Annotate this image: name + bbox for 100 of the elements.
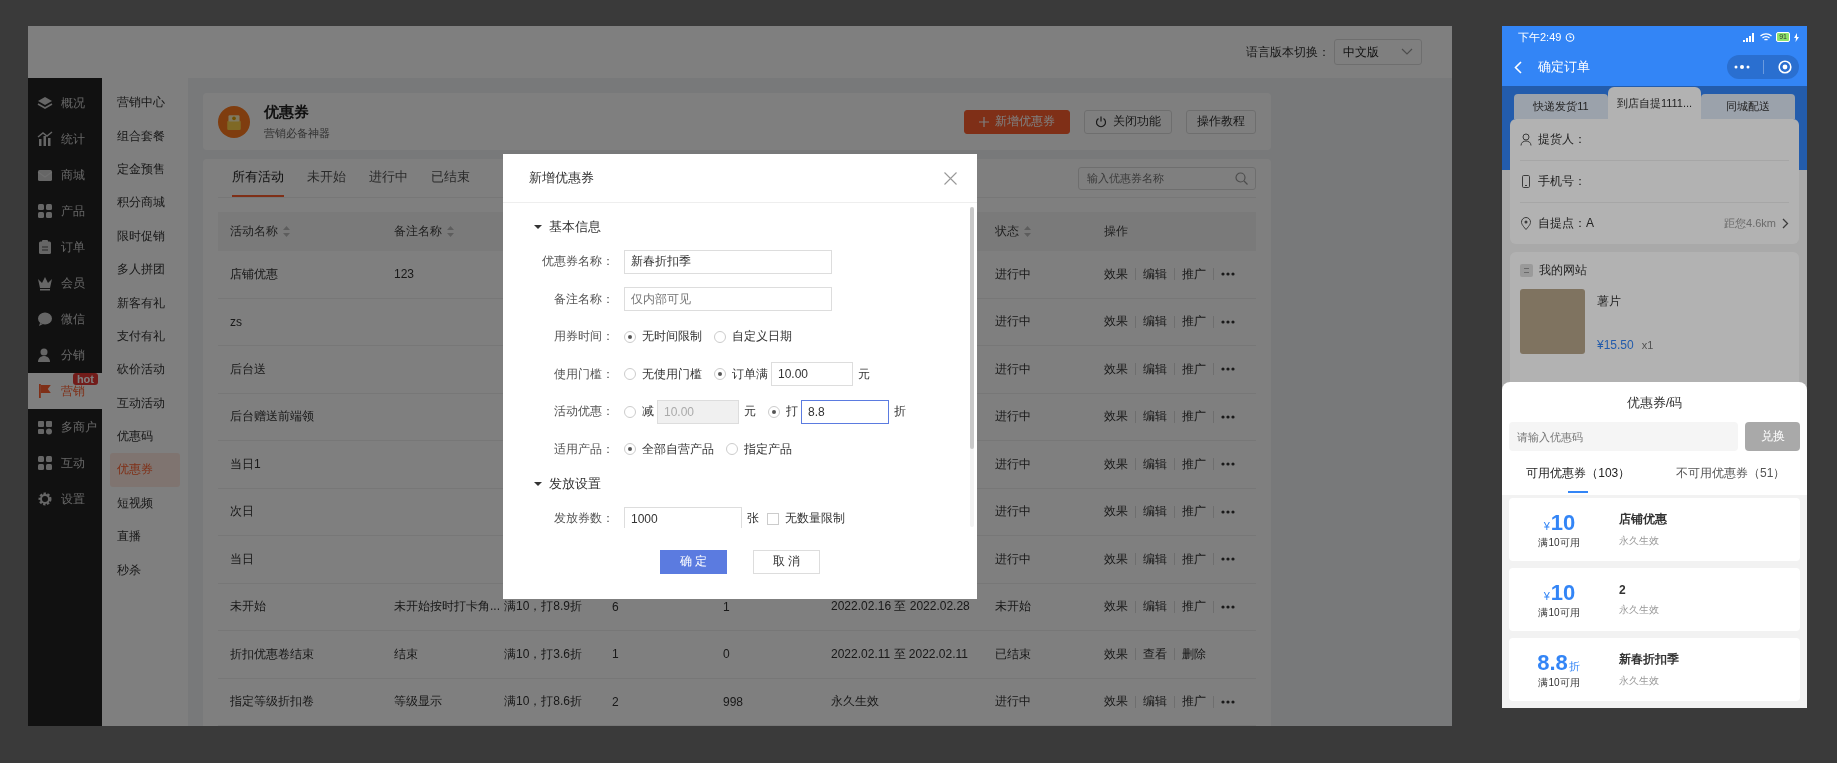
row-action-link[interactable]: 编辑 <box>1143 313 1167 331</box>
submenu-item[interactable]: 砍价活动 <box>110 353 180 387</box>
submenu-item[interactable]: 支付有礼 <box>110 319 180 354</box>
radio-option[interactable]: 订单满 <box>714 365 768 383</box>
row-action-link[interactable]: 查看 <box>1143 645 1167 663</box>
submenu-item[interactable]: 多人拼团 <box>110 252 180 287</box>
header-button[interactable]: 关闭功能 <box>1084 109 1172 134</box>
sidebar-item[interactable]: 互动 <box>28 445 102 481</box>
header-button[interactable]: 操作教程 <box>1186 109 1256 134</box>
more-icon[interactable] <box>1221 367 1235 372</box>
number-field[interactable]: 8.8 <box>801 399 889 424</box>
capsule-menu[interactable] <box>1727 55 1799 79</box>
sidebar-item[interactable]: 订单 <box>28 229 102 265</box>
delivery-tab[interactable]: 同城配送 <box>1701 94 1795 119</box>
radio-option[interactable]: 自定义日期 <box>714 328 792 346</box>
sidebar-item[interactable]: 概况 <box>28 85 102 121</box>
text-field[interactable]: 新春折扣季 <box>624 249 832 274</box>
filter-tab[interactable]: 未开始 <box>307 159 346 197</box>
dialog-button[interactable]: 确 定 <box>660 549 727 574</box>
more-icon[interactable] <box>1221 557 1235 562</box>
row-action-link[interactable]: 编辑 <box>1143 360 1167 378</box>
sidebar-item[interactable]: 产品 <box>28 193 102 229</box>
row-action-link[interactable]: 删除 <box>1182 645 1206 663</box>
row-action-link[interactable]: 编辑 <box>1143 598 1167 616</box>
more-icon[interactable] <box>1221 462 1235 467</box>
row-action-link[interactable]: 效果 <box>1104 265 1128 283</box>
submenu-item[interactable]: 组合套餐 <box>110 119 180 153</box>
submenu-item[interactable]: 秒杀 <box>110 553 180 587</box>
sidebar-item[interactable]: hot 营销 <box>28 373 102 409</box>
row-action-link[interactable]: 效果 <box>1104 598 1128 616</box>
row-action-link[interactable]: 编辑 <box>1143 503 1167 521</box>
coupon-card[interactable]: ¥10 满10可用 店铺优惠 永久生效 <box>1509 498 1800 561</box>
more-icon[interactable] <box>1221 699 1235 704</box>
sidebar-item[interactable]: 分销 <box>28 337 102 373</box>
radio-option[interactable]: 无使用门槛 <box>624 365 702 383</box>
radio-option[interactable]: 无时间限制 <box>624 328 702 346</box>
row-action-link[interactable]: 推广 <box>1182 503 1206 521</box>
filter-tab[interactable]: 已结束 <box>431 159 470 197</box>
row-action-link[interactable]: 编辑 <box>1143 550 1167 568</box>
number-field[interactable]: 10.00 <box>771 362 853 387</box>
column-header[interactable]: 活动名称 <box>230 223 290 240</box>
target-icon[interactable] <box>1778 60 1793 74</box>
redeem-button[interactable]: 兑换 <box>1745 422 1800 451</box>
delivery-tab[interactable]: 快递发货11 <box>1514 94 1608 119</box>
coupon-tab[interactable]: 不可用优惠券（51） <box>1654 451 1807 495</box>
close-icon[interactable] <box>944 171 957 185</box>
row-action-link[interactable]: 编辑 <box>1143 693 1167 711</box>
submenu-item[interactable]: 限时促销 <box>110 219 180 253</box>
row-action-link[interactable]: 效果 <box>1104 408 1128 426</box>
coupon-tab[interactable]: 可用优惠券（103） <box>1502 451 1655 495</box>
number-field[interactable]: 1000 <box>624 506 742 528</box>
sidebar-item[interactable]: 设置 <box>28 481 102 517</box>
radio-option[interactable]: 指定产品 <box>726 440 792 458</box>
row-action-link[interactable]: 推广 <box>1182 550 1206 568</box>
more-icon[interactable] <box>1221 604 1235 609</box>
submenu-item[interactable]: 互动活动 <box>110 386 180 420</box>
more-icon[interactable] <box>1221 414 1235 419</box>
row-action-link[interactable]: 效果 <box>1104 313 1128 331</box>
delivery-tab[interactable]: 到店自提1111... <box>1607 87 1702 119</box>
coupon-card[interactable]: 8.8折 满10可用 新春折扣季 永久生效 <box>1509 638 1800 701</box>
chevron-right-icon[interactable] <box>1782 218 1789 229</box>
row-action-link[interactable]: 推广 <box>1182 598 1206 616</box>
submenu-item[interactable]: 定金预售 <box>110 152 180 187</box>
row-action-link[interactable]: 效果 <box>1104 455 1128 473</box>
row-action-link[interactable]: 编辑 <box>1143 265 1167 283</box>
header-button[interactable]: 新增优惠券 <box>964 109 1070 134</box>
checkbox-option[interactable]: 无数量限制 <box>767 510 845 528</box>
column-header[interactable]: 备注名称 <box>394 223 454 240</box>
submenu-item[interactable]: 直播 <box>110 520 180 554</box>
section-toggle[interactable]: 基本信息 <box>534 211 601 243</box>
sidebar-item[interactable]: 统计 <box>28 121 102 157</box>
row-action-link[interactable]: 效果 <box>1104 360 1128 378</box>
language-select[interactable]: 中文版 <box>1334 39 1422 65</box>
radio-option[interactable]: 减 <box>624 403 654 421</box>
search-field[interactable]: 输入优惠券名称 <box>1078 166 1256 190</box>
filter-tab[interactable]: 进行中 <box>369 159 408 197</box>
sidebar-item[interactable]: 会员 <box>28 265 102 301</box>
submenu-item[interactable]: 短视频 <box>110 486 180 521</box>
filter-tab[interactable]: 所有活动 <box>232 159 284 197</box>
row-action-link[interactable]: 编辑 <box>1143 455 1167 473</box>
sidebar-item[interactable]: 商城 <box>28 157 102 193</box>
dialog-button[interactable]: 取 消 <box>753 549 820 574</box>
row-action-link[interactable]: 效果 <box>1104 550 1128 568</box>
row-action-link[interactable]: 效果 <box>1104 693 1128 711</box>
more-icon[interactable] <box>1221 319 1235 324</box>
sidebar-item[interactable]: 多商户 <box>28 409 102 445</box>
radio-option[interactable]: 全部自营产品 <box>624 440 714 458</box>
submenu-item[interactable]: 优惠码 <box>110 419 180 454</box>
sidebar-item[interactable]: 微信 <box>28 301 102 337</box>
row-action-link[interactable]: 推广 <box>1182 408 1206 426</box>
row-action-link[interactable]: 推广 <box>1182 360 1206 378</box>
row-action-link[interactable]: 推广 <box>1182 265 1206 283</box>
section-toggle[interactable]: 发放设置 <box>534 468 601 500</box>
more-icon[interactable] <box>1221 509 1235 514</box>
back-icon[interactable] <box>1514 60 1522 74</box>
row-action-link[interactable]: 推广 <box>1182 313 1206 331</box>
radio-option[interactable]: 打 <box>768 403 798 421</box>
text-field[interactable]: 仅内部可见 <box>624 287 832 312</box>
row-action-link[interactable]: 编辑 <box>1143 408 1167 426</box>
submenu-item[interactable]: 积分商城 <box>110 186 180 220</box>
